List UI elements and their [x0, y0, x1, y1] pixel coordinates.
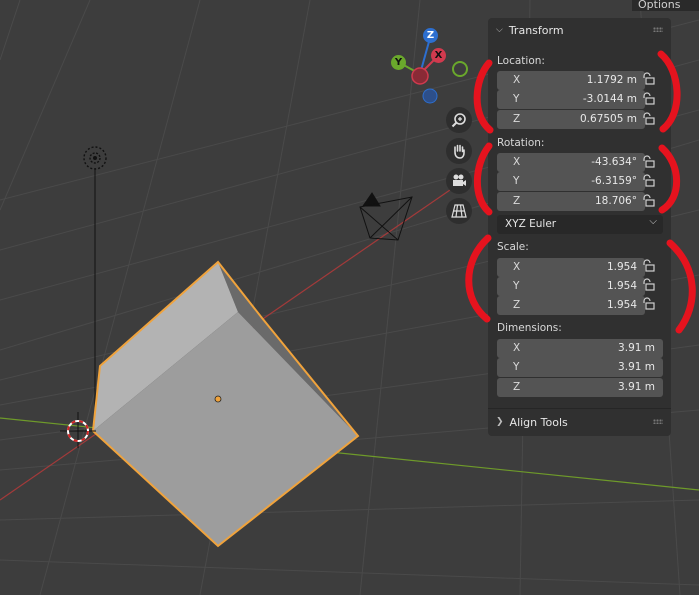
gizmo-y-axis[interactable]: Y — [391, 55, 406, 70]
axis-label: Z — [513, 113, 521, 125]
field-value: 3.91 m — [618, 361, 655, 373]
options-button[interactable]: Options — [632, 0, 699, 11]
axis-label: X — [513, 74, 521, 86]
axis-label: Y — [513, 280, 520, 292]
location-z-field[interactable]: Z 0.67505 m — [497, 110, 645, 129]
lock-scale-z-icon[interactable] — [641, 297, 655, 311]
location-y-field[interactable]: Y -3.0144 m — [497, 90, 645, 109]
dimensions-z-field[interactable]: Z 3.91 m — [497, 378, 663, 397]
rotation-z-field[interactable]: Z 18.706° — [497, 192, 645, 211]
gizmo-neg-x[interactable] — [411, 67, 429, 85]
gizmo-neg-y[interactable] — [452, 61, 468, 77]
lock-rotation-z-icon[interactable] — [641, 194, 655, 208]
rotation-mode-value: XYZ Euler — [505, 218, 557, 230]
camera-object[interactable] — [359, 192, 413, 241]
grid-perspective-icon — [451, 204, 467, 218]
drag-grip-icon[interactable] — [653, 419, 663, 424]
dimensions-x-field[interactable]: X 3.91 m — [497, 339, 663, 358]
lock-location-y-icon[interactable] — [641, 92, 655, 106]
align-tools-title: Align Tools — [509, 415, 568, 429]
lock-rotation-y-icon[interactable] — [641, 174, 655, 188]
field-value: -6.3159° — [591, 175, 637, 187]
hand-pan-icon — [454, 144, 465, 159]
lock-scale-x-icon[interactable] — [641, 259, 655, 273]
pan-button[interactable] — [446, 138, 472, 164]
chevron-right-icon: ❯ — [496, 417, 504, 427]
axis-label: Y — [513, 93, 520, 105]
axis-label: X — [513, 261, 521, 273]
lock-scale-y-icon[interactable] — [641, 278, 655, 292]
field-value: 1.1792 m — [586, 74, 637, 86]
axis-label: X — [513, 342, 521, 354]
field-value: 0.67505 m — [580, 113, 637, 125]
field-value: -43.634° — [591, 156, 637, 168]
axis-label: Z — [513, 299, 521, 311]
drag-grip-icon[interactable] — [653, 27, 663, 32]
transform-panel-header[interactable]: ⌵ Transform — [488, 18, 671, 42]
field-value: 1.954 — [606, 299, 637, 311]
axis-label: Y — [513, 175, 520, 187]
chevron-down-icon: ⌵ — [496, 25, 503, 35]
dimensions-y-field[interactable]: Y 3.91 m — [497, 358, 663, 377]
field-value: 1.954 — [606, 261, 637, 273]
zoom-icon — [451, 113, 466, 128]
field-value: 3.91 m — [618, 342, 655, 354]
chevron-down-icon: ⌵ — [649, 216, 657, 227]
axis-label: Z — [513, 195, 521, 207]
selected-cube[interactable] — [91, 260, 360, 548]
camera-icon — [453, 174, 466, 186]
lock-location-z-icon[interactable] — [641, 112, 655, 126]
lock-rotation-x-icon[interactable] — [641, 155, 655, 169]
axis-label: Z — [513, 381, 521, 393]
align-tools-header[interactable]: ❯ Align Tools — [488, 410, 671, 434]
light-icon[interactable] — [83, 146, 107, 170]
axis-label: Y — [513, 361, 520, 373]
3d-cursor-icon[interactable] — [60, 412, 96, 448]
rotation-x-field[interactable]: X -43.634° — [497, 153, 645, 172]
gizmo-z-axis[interactable]: Z — [423, 28, 438, 43]
gizmo-x-axis[interactable]: X — [431, 48, 446, 63]
camera-view-button[interactable] — [446, 168, 472, 194]
scale-z-field[interactable]: Z 1.954 — [497, 296, 645, 315]
dimensions-label: Dimensions: — [497, 322, 562, 334]
field-value: 1.954 — [606, 280, 637, 292]
rotation-label: Rotation: — [497, 137, 545, 149]
panel-divider — [488, 408, 671, 409]
gizmo-neg-z[interactable] — [422, 88, 438, 104]
lock-location-x-icon[interactable] — [641, 72, 655, 86]
location-x-field[interactable]: X 1.1792 m — [497, 71, 645, 90]
scale-x-field[interactable]: X 1.954 — [497, 258, 645, 277]
perspective-toggle-button[interactable] — [446, 198, 472, 224]
scale-label: Scale: — [497, 241, 529, 253]
field-value: 18.706° — [595, 195, 637, 207]
scale-y-field[interactable]: Y 1.954 — [497, 277, 645, 296]
field-value: 3.91 m — [618, 381, 655, 393]
axis-label: X — [513, 156, 521, 168]
transform-title: Transform — [508, 23, 564, 37]
rotation-mode-dropdown[interactable]: XYZ Euler ⌵ — [497, 215, 663, 234]
rotation-y-field[interactable]: Y -6.3159° — [497, 172, 645, 191]
navigation-gizmo[interactable] — [399, 37, 468, 104]
field-value: -3.0144 m — [582, 93, 637, 105]
zoom-button[interactable] — [446, 107, 472, 133]
location-label: Location: — [497, 55, 545, 67]
